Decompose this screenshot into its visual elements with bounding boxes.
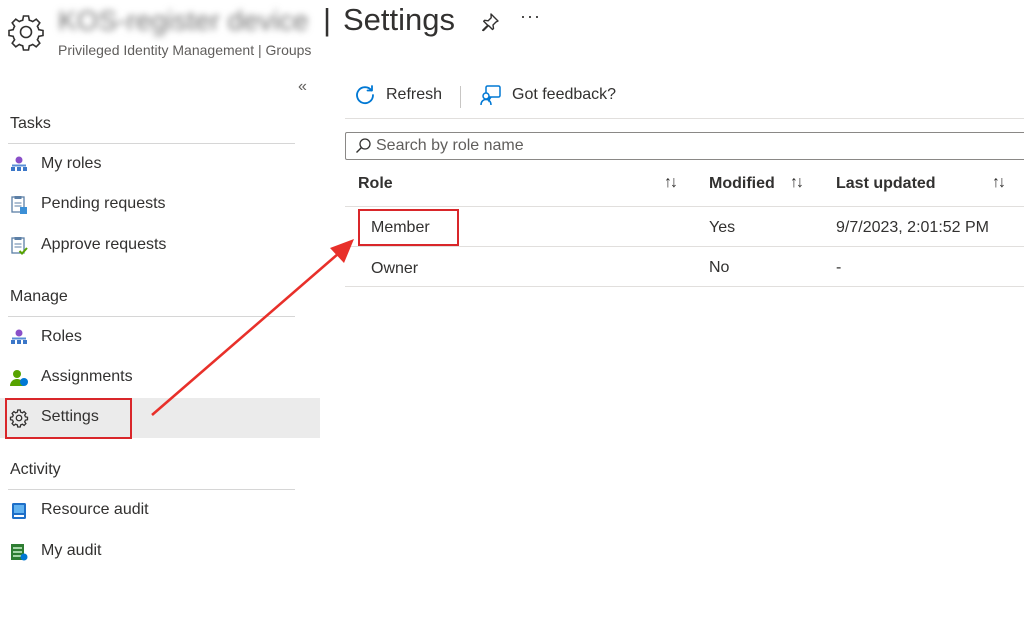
column-header-role[interactable]: Role (358, 175, 393, 193)
sidebar-item-my-audit[interactable]: My audit (0, 532, 320, 572)
sort-last-updated-icon[interactable]: ↑↓ (992, 174, 1006, 192)
section-divider (8, 143, 295, 144)
modified-cell: No (709, 259, 730, 276)
my-roles-icon (11, 156, 27, 171)
collapse-sidebar-button[interactable]: « (298, 78, 307, 96)
pending-requests-icon (11, 196, 27, 214)
column-header-last-updated[interactable]: Last updated (836, 175, 936, 193)
sidebar-item-settings[interactable]: Settings (0, 398, 320, 438)
sidebar-item-label: Roles (41, 328, 82, 345)
search-input[interactable] (376, 135, 1016, 157)
roles-icon (11, 329, 27, 344)
row-divider (345, 206, 1024, 207)
resource-audit-icon (12, 503, 26, 519)
approve-requests-icon (11, 237, 28, 255)
sidebar-item-label: My audit (41, 542, 102, 559)
feedback-label: Got feedback? (512, 86, 617, 103)
sidebar-item-pending-requests[interactable]: Pending requests (0, 185, 320, 225)
role-cell-member[interactable]: Member (371, 219, 430, 237)
row-divider (345, 246, 1024, 247)
search-box[interactable] (345, 132, 1024, 160)
sidebar-item-label: Pending requests (41, 195, 166, 212)
last-updated-cell: 9/7/2023, 2:01:52 PM (836, 219, 989, 236)
sort-modified-icon[interactable]: ↑↓ (790, 174, 804, 192)
sidebar-item-label: Approve requests (41, 236, 167, 253)
section-title-manage: Manage (10, 288, 68, 305)
role-cell-owner[interactable]: Owner (371, 260, 418, 278)
gear-icon (9, 409, 29, 428)
toolbar-divider-line (345, 118, 1024, 119)
modified-cell: Yes (709, 219, 736, 236)
sort-role-icon[interactable]: ↑↓ (664, 174, 678, 192)
row-divider (345, 286, 1024, 287)
column-header-modified[interactable]: Modified (709, 175, 775, 193)
feedback-icon (480, 85, 501, 106)
sidebar-item-label: Assignments (41, 368, 133, 385)
gear-icon (8, 15, 44, 51)
sidebar-item-label: Resource audit (41, 501, 149, 518)
pin-icon[interactable] (480, 12, 500, 32)
section-title-tasks: Tasks (10, 115, 51, 132)
sidebar-item-assignments[interactable]: Assignments (0, 358, 320, 398)
my-audit-icon (11, 544, 28, 561)
feedback-button[interactable]: Got feedback? (480, 82, 630, 110)
resource-name: KOS-register device (58, 5, 309, 36)
section-divider (8, 316, 295, 317)
section-title-activity: Activity (10, 461, 61, 478)
more-actions-button[interactable]: ··· (520, 6, 541, 27)
search-icon (356, 138, 371, 153)
sidebar-item-resource-audit[interactable]: Resource audit (0, 491, 320, 531)
title-separator: | (323, 2, 332, 37)
refresh-icon (356, 85, 374, 105)
breadcrumb-subtitle: Privileged Identity Management | Groups (58, 42, 312, 58)
section-divider (8, 489, 295, 490)
assignments-icon (10, 370, 28, 386)
sidebar-item-approve-requests[interactable]: Approve requests (0, 226, 320, 266)
sidebar-item-roles[interactable]: Roles (0, 318, 320, 358)
page-title: Settings (343, 2, 456, 37)
refresh-label: Refresh (386, 86, 443, 103)
refresh-button[interactable]: Refresh (354, 82, 454, 110)
sidebar-item-my-roles[interactable]: My roles (0, 145, 320, 185)
last-updated-cell: - (836, 259, 842, 276)
sidebar-item-label: My roles (41, 155, 102, 172)
sidebar-item-label: Settings (41, 408, 99, 425)
toolbar-divider (460, 86, 461, 108)
